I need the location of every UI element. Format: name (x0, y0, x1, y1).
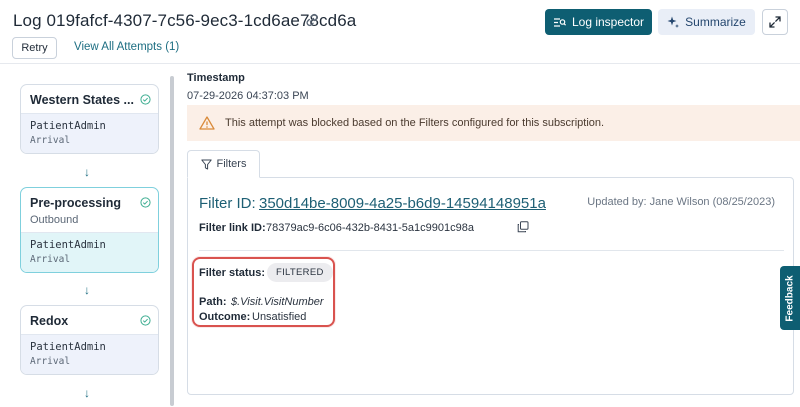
log-inspector-button[interactable]: Log inspector (545, 9, 652, 35)
step-subtitle: Outbound (30, 214, 79, 226)
timestamp-value: 07-29-2026 04:37:03 PM (187, 90, 309, 102)
check-circle-icon (140, 315, 151, 326)
step-user: PatientAdmin (30, 341, 106, 353)
summarize-button[interactable]: Summarize (658, 9, 755, 35)
tab-filters[interactable]: Filters (187, 150, 260, 178)
check-circle-icon (140, 197, 151, 208)
copy-icon[interactable] (517, 221, 529, 233)
updated-by: Updated by: Jane Wilson (08/25/2023) (587, 196, 775, 208)
outcome-label: Outcome: (199, 311, 251, 323)
tab-label: Filters (216, 158, 247, 170)
blocked-alert: This attempt was blocked based on the Fi… (187, 105, 800, 141)
warning-icon (199, 116, 215, 130)
expand-icon (769, 16, 781, 28)
path-label: Path: (199, 296, 227, 308)
step-title: Western States ... (30, 93, 134, 107)
feedback-label: Feedback (784, 274, 796, 322)
flow-scrollbar[interactable] (170, 76, 174, 406)
path-value: $.Visit.VisitNumber (231, 296, 324, 308)
filter-link-id-label: Filter link ID: (199, 222, 266, 234)
expand-button[interactable] (762, 9, 788, 35)
flow-step-redox[interactable]: Redox PatientAdmin Arrival (20, 305, 159, 375)
filter-id-label: Filter ID: (199, 195, 256, 212)
filter-icon (200, 159, 212, 169)
step-title: Redox (30, 314, 69, 328)
log-header: Log 019fafcf-4307-7c56-9ec3-1cd6ae78cd6a… (0, 0, 800, 64)
filter-id-link[interactable]: 350d14be-8009-4a25-b6d9-14594148951a (259, 195, 546, 212)
check-circle-icon (140, 94, 151, 105)
alert-text: This attempt was blocked based on the Fi… (225, 117, 605, 129)
link-icon[interactable] (304, 12, 320, 28)
panel-divider (199, 250, 784, 251)
view-all-attempts-link[interactable]: View All Attempts (1) (74, 41, 179, 53)
flow-step-western-states[interactable]: Western States ... PatientAdmin Arrival (20, 84, 159, 154)
step-event: Arrival (30, 135, 71, 146)
summarize-label: Summarize (685, 15, 746, 29)
retry-button[interactable]: Retry (12, 37, 57, 59)
sparkle-icon (667, 16, 680, 28)
filter-status-label: Filter status: (199, 267, 266, 279)
filter-panel: Filter ID: 350d14be-8009-4a25-b6d9-14594… (187, 177, 794, 395)
step-user: PatientAdmin (30, 239, 106, 251)
status-badge: FILTERED (267, 263, 333, 282)
feedback-tab[interactable]: Feedback (780, 266, 800, 330)
step-event: Arrival (30, 356, 71, 367)
filter-link-id-value: 78379ac9-6c06-432b-8431-5a1c9901c98a (266, 222, 474, 234)
log-inspector-icon (553, 17, 566, 27)
step-event: Arrival (30, 254, 71, 265)
flow-arrow: ↓ (84, 386, 90, 400)
step-user: PatientAdmin (30, 120, 106, 132)
timestamp-label: Timestamp (187, 72, 245, 84)
flow-arrow: ↓ (84, 283, 90, 297)
log-inspector-label: Log inspector (571, 15, 645, 29)
header-divider (0, 63, 800, 64)
step-title: Pre-processing (30, 196, 122, 210)
outcome-value: Unsatisfied (252, 311, 307, 323)
flow-step-pre-processing[interactable]: Pre-processing Outbound PatientAdmin Arr… (20, 187, 159, 273)
flow-arrow: ↓ (84, 165, 90, 179)
